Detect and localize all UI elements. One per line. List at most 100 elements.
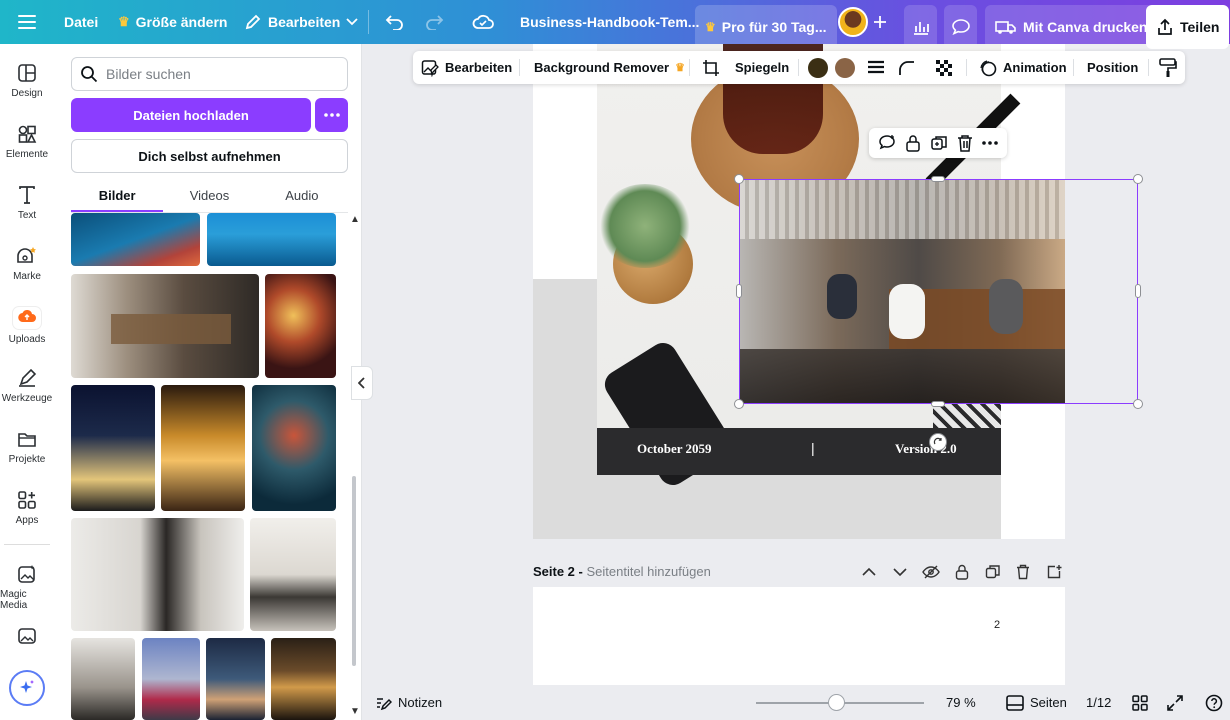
resize-handle[interactable] <box>1135 284 1141 298</box>
resize-handle[interactable] <box>734 174 744 184</box>
animation-button[interactable]: Animation <box>979 51 1067 84</box>
chevron-down-icon[interactable] <box>893 562 907 582</box>
scroll-down-icon[interactable]: ▼ <box>350 706 360 717</box>
file-menu[interactable]: Datei <box>64 0 98 44</box>
redo-icon[interactable] <box>424 0 444 44</box>
selection-frame[interactable] <box>739 179 1138 404</box>
resize-handle[interactable] <box>1133 174 1143 184</box>
color-swatch-dark[interactable] <box>808 51 828 84</box>
image-thumbnail[interactable] <box>161 385 245 511</box>
hide-page-icon[interactable] <box>922 562 940 582</box>
page-number[interactable]: 2 <box>994 619 1000 631</box>
scroll-thumb[interactable] <box>352 476 356 666</box>
lock-icon[interactable] <box>955 562 969 582</box>
edit-mode-button[interactable]: Bearbeiten <box>244 0 358 44</box>
transparency-icon[interactable] <box>935 51 953 84</box>
comment-icon[interactable] <box>944 5 977 49</box>
cloud-save-icon[interactable] <box>472 0 494 44</box>
zoom-slider-knob[interactable] <box>828 694 846 711</box>
resize-handle[interactable] <box>736 284 742 298</box>
image-thumbnail[interactable] <box>71 385 155 511</box>
scrollbar[interactable]: ▲ ▼ <box>350 214 360 717</box>
undo-icon[interactable] <box>385 0 405 44</box>
grid-view-icon[interactable] <box>1132 685 1148 720</box>
image-thumbnail[interactable] <box>252 385 336 511</box>
flip-button[interactable]: Spiegeln <box>735 51 789 84</box>
help-icon[interactable] <box>1205 685 1223 720</box>
rail-item-tools[interactable]: Werkzeuge <box>0 368 54 404</box>
rail-item-text[interactable]: Text <box>0 185 54 221</box>
image-thumbnail[interactable] <box>71 518 244 631</box>
rail-item-magic-media[interactable]: Magic Media <box>0 564 54 611</box>
chevron-up-icon[interactable] <box>862 562 876 582</box>
canvas-page-2[interactable] <box>533 587 1065 685</box>
resize-handle[interactable] <box>931 401 945 407</box>
trash-icon[interactable] <box>1016 562 1030 582</box>
print-button[interactable]: Mit Canva drucken <box>985 5 1158 49</box>
magic-assistant-button[interactable] <box>9 670 45 706</box>
image-thumbnail[interactable] <box>142 638 200 720</box>
rail-item-brand[interactable]: Marke <box>0 246 54 282</box>
footer-version[interactable]: Version 2.0 <box>895 441 957 457</box>
color-swatch-brown[interactable] <box>835 51 855 84</box>
lock-icon[interactable] <box>905 134 921 152</box>
add-collaborator-icon[interactable] <box>872 0 888 44</box>
rail-item-uploads[interactable]: Uploads <box>0 307 54 345</box>
trash-icon[interactable] <box>957 134 973 152</box>
resize-button[interactable]: ♛ Größe ändern <box>118 0 227 44</box>
search-input[interactable] <box>106 66 336 82</box>
resize-handle[interactable] <box>734 399 744 409</box>
position-button[interactable]: Position <box>1087 51 1138 84</box>
image-thumbnail[interactable] <box>71 638 135 720</box>
tab-images[interactable]: Bilder <box>71 182 164 212</box>
image-thumbnail[interactable] <box>71 213 200 266</box>
add-comment-icon[interactable] <box>878 134 896 152</box>
fullscreen-icon[interactable] <box>1167 685 1183 720</box>
resize-handle[interactable] <box>1133 399 1143 409</box>
image-thumbnail[interactable] <box>207 213 336 266</box>
pages-button[interactable]: Seiten <box>1006 685 1067 720</box>
rotate-handle[interactable] <box>929 433 947 451</box>
zoom-level[interactable]: 79 % <box>946 685 976 720</box>
rail-item-design[interactable]: Design <box>0 63 54 99</box>
page-counter[interactable]: 1/12 <box>1086 685 1111 720</box>
page-2-header[interactable]: Seite 2 - Seitentitel hinzufügen <box>533 564 711 579</box>
page-title-input[interactable]: Seitentitel hinzufügen <box>586 564 710 579</box>
resize-handle[interactable] <box>931 176 945 182</box>
avatar[interactable] <box>838 0 868 44</box>
add-page-icon[interactable] <box>1046 562 1062 582</box>
duplicate-page-icon[interactable] <box>985 562 1001 582</box>
crop-icon[interactable] <box>702 51 720 84</box>
duplicate-icon[interactable] <box>930 134 948 152</box>
rail-item-apps[interactable]: Apps <box>0 490 54 526</box>
hamburger-menu-icon[interactable] <box>18 0 36 44</box>
rail-item-elements[interactable]: Elemente <box>0 124 54 160</box>
background-remover-button[interactable]: Background Remover ♛ <box>534 51 685 84</box>
edit-image-button[interactable]: Bearbeiten <box>421 51 512 84</box>
image-thumbnail[interactable] <box>71 274 259 378</box>
more-options-button[interactable] <box>315 98 348 132</box>
image-thumbnail[interactable] <box>250 518 336 631</box>
footer-date[interactable]: October 2059 <box>637 441 712 457</box>
paint-roller-icon[interactable] <box>1159 51 1177 84</box>
more-dots-icon[interactable] <box>982 141 999 145</box>
rail-item-projects[interactable]: Projekte <box>0 429 54 465</box>
tab-audio[interactable]: Audio <box>256 182 348 212</box>
tab-videos[interactable]: Videos <box>163 182 255 212</box>
record-yourself-button[interactable]: Dich selbst aufnehmen <box>71 139 348 173</box>
document-title[interactable]: Business-Handbook-Tem... <box>520 0 699 44</box>
pro-trial-button[interactable]: ♛ Pro für 30 Tag... <box>695 5 837 49</box>
scroll-up-icon[interactable]: ▲ <box>350 214 360 225</box>
image-thumbnail[interactable] <box>206 638 265 720</box>
corner-rounding-icon[interactable] <box>898 51 916 84</box>
collapse-panel-button[interactable] <box>351 366 373 400</box>
image-thumbnail[interactable] <box>265 274 336 378</box>
notes-button[interactable]: Notizen <box>376 685 442 720</box>
border-style-icon[interactable] <box>867 51 885 84</box>
search-box[interactable] <box>71 57 348 91</box>
insights-icon[interactable] <box>904 5 937 49</box>
image-thumbnail[interactable] <box>271 638 336 720</box>
rail-item-images[interactable] <box>0 626 54 651</box>
upload-files-button[interactable]: Dateien hochladen <box>71 98 311 132</box>
share-button[interactable]: Teilen <box>1146 5 1230 49</box>
